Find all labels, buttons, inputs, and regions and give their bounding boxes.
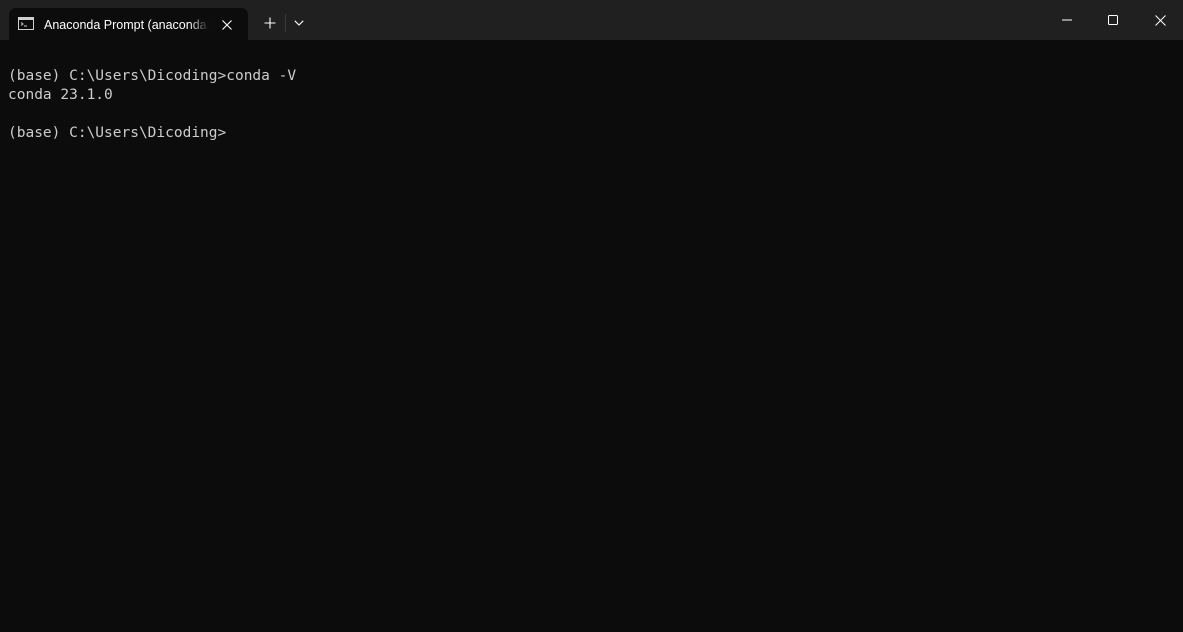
close-icon bbox=[222, 20, 232, 30]
terminal-line: (base) C:\Users\Dicoding>conda -V bbox=[8, 68, 297, 84]
terminal-line: conda 23.1.0 bbox=[8, 87, 113, 103]
tab-anaconda-prompt[interactable]: Anaconda Prompt (anaconda3) bbox=[9, 8, 248, 40]
close-icon bbox=[1154, 14, 1166, 26]
title-bar[interactable]: Anaconda Prompt (anaconda3) bbox=[0, 0, 1183, 40]
tab-close-button[interactable] bbox=[217, 15, 237, 35]
new-tab-button[interactable] bbox=[256, 10, 284, 36]
plus-icon bbox=[264, 17, 276, 29]
terminal-icon bbox=[18, 17, 34, 30]
titlebar-divider bbox=[285, 14, 286, 32]
terminal-line: (base) C:\Users\Dicoding> bbox=[8, 125, 227, 141]
maximize-button[interactable] bbox=[1090, 0, 1136, 40]
close-window-button[interactable] bbox=[1137, 0, 1183, 40]
terminal-output[interactable]: (base) C:\Users\Dicoding>conda -V conda … bbox=[0, 40, 1183, 632]
chevron-down-icon bbox=[294, 20, 304, 26]
tab-title: Anaconda Prompt (anaconda3) bbox=[44, 18, 209, 32]
minimize-button[interactable] bbox=[1044, 0, 1090, 40]
profiles-dropdown-button[interactable] bbox=[287, 10, 311, 36]
minimize-icon bbox=[1062, 19, 1072, 21]
maximize-icon bbox=[1108, 15, 1118, 25]
terminal-window: Anaconda Prompt (anaconda3) (base) C:\Us… bbox=[0, 0, 1183, 632]
